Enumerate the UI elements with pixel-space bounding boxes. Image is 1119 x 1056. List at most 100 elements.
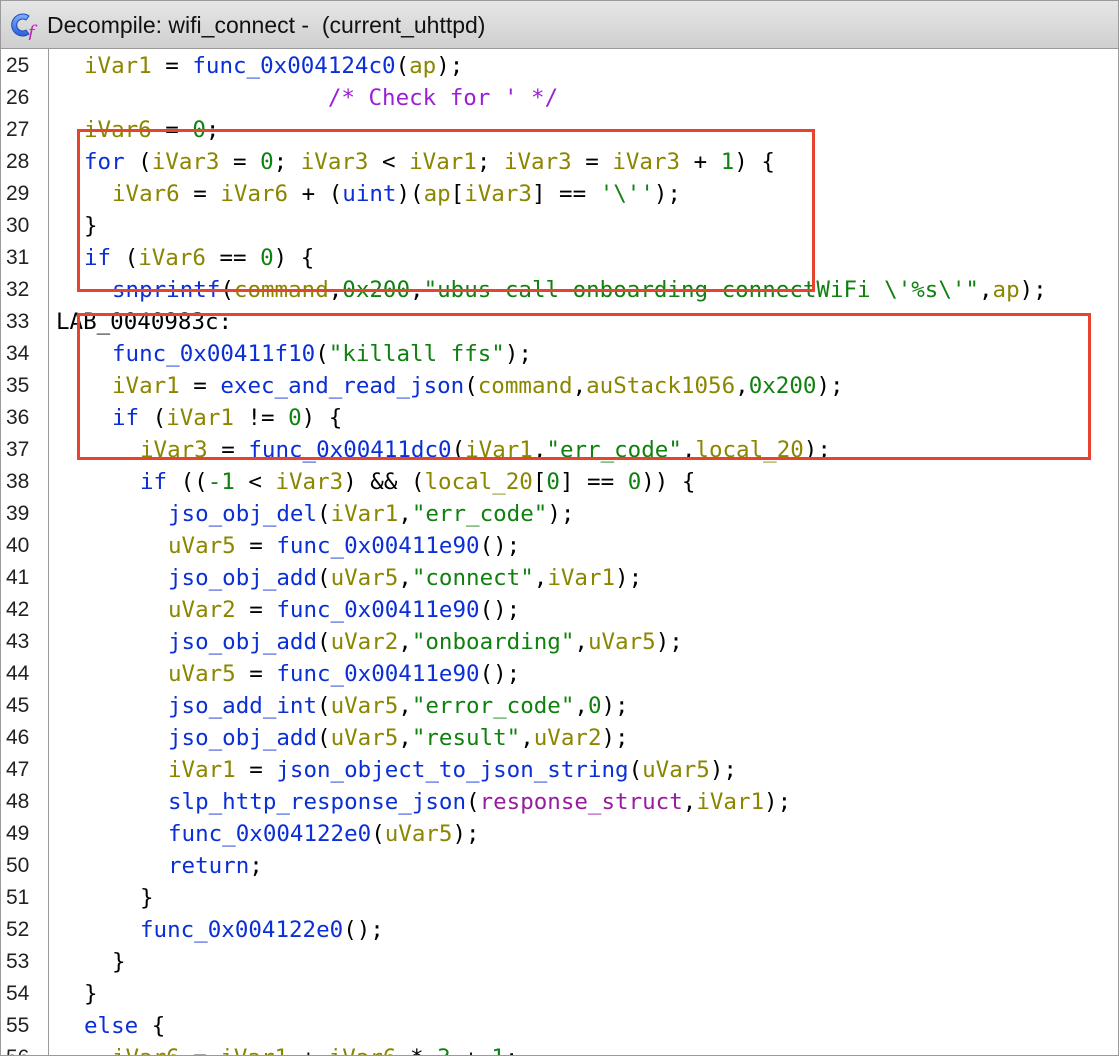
code-token[interactable]: uVar2 bbox=[534, 725, 602, 751]
code-line[interactable]: uVar5 = func_0x00411e90(); bbox=[168, 530, 520, 562]
code-token[interactable]: iVar6 bbox=[84, 117, 152, 143]
code-token[interactable]: func_0x00411e90 bbox=[276, 597, 479, 623]
code-line[interactable]: LAB_0040983c: bbox=[56, 306, 232, 338]
code-token[interactable]: uVar5 bbox=[588, 629, 656, 655]
code-token[interactable]: iVar3 bbox=[140, 437, 208, 463]
code-token[interactable]: local_20 bbox=[424, 469, 532, 495]
code-token[interactable]: func_0x004122e0 bbox=[140, 917, 343, 943]
code-line[interactable]: slp_http_response_json(response_struct,i… bbox=[168, 786, 791, 818]
code-token[interactable]: uVar2 bbox=[168, 597, 236, 623]
code-line[interactable]: } bbox=[112, 946, 126, 978]
code-token[interactable]: iVar3 bbox=[301, 149, 369, 175]
code-listing[interactable]: iVar1 = func_0x004124c0(ap); /* Check fo… bbox=[56, 49, 1116, 1055]
code-line[interactable]: uVar2 = func_0x00411e90(); bbox=[168, 594, 520, 626]
code-token[interactable]: iVar6 bbox=[138, 245, 206, 271]
code-line[interactable]: for (iVar3 = 0; iVar3 < iVar1; iVar3 = i… bbox=[84, 146, 775, 178]
code-line[interactable]: iVar1 = exec_and_read_json(command,auSta… bbox=[112, 370, 844, 402]
code-token[interactable]: iVar1 bbox=[168, 757, 236, 783]
code-token[interactable]: response_struct bbox=[480, 789, 683, 815]
code-token[interactable]: uVar5 bbox=[168, 661, 236, 687]
code-token[interactable]: local_20 bbox=[695, 437, 803, 463]
code-token[interactable]: uVar2 bbox=[331, 629, 399, 655]
code-token[interactable]: iVar6 bbox=[112, 181, 180, 207]
code-token[interactable]: iVar3 bbox=[275, 469, 343, 495]
code-line[interactable]: if ((-1 < iVar3) && (local_20[0] == 0)) … bbox=[140, 466, 695, 498]
code-token: , bbox=[398, 501, 412, 527]
code-token[interactable]: snprintf bbox=[112, 277, 220, 303]
code-token[interactable]: iVar1 bbox=[84, 53, 152, 79]
svg-text:f: f bbox=[26, 22, 38, 40]
code-token[interactable]: uVar5 bbox=[642, 757, 710, 783]
code-line[interactable]: /* Check for ' */ bbox=[84, 82, 558, 114]
code-token[interactable]: func_0x00411e90 bbox=[276, 533, 479, 559]
code-token: = bbox=[179, 373, 221, 399]
code-token[interactable]: iVar6 bbox=[329, 1045, 397, 1055]
code-token[interactable]: jso_obj_add bbox=[168, 629, 317, 655]
code-token[interactable]: uVar5 bbox=[331, 565, 399, 591]
code-line[interactable]: if (iVar1 != 0) { bbox=[112, 402, 342, 434]
code-line[interactable]: } bbox=[140, 882, 154, 914]
code-token[interactable]: func_0x004122e0 bbox=[168, 821, 371, 847]
code-line[interactable]: else { bbox=[84, 1010, 165, 1042]
code-token[interactable]: iVar1 bbox=[547, 565, 615, 591]
code-line[interactable]: uVar5 = func_0x00411e90(); bbox=[168, 658, 520, 690]
code-token[interactable]: ap bbox=[424, 181, 451, 207]
code-token[interactable]: command bbox=[234, 277, 329, 303]
code-line[interactable]: iVar6 = iVar6 + (uint)(ap[iVar3] == '\''… bbox=[112, 178, 681, 210]
code-line[interactable]: func_0x004122e0(); bbox=[140, 914, 384, 946]
code-token[interactable]: func_0x00411e90 bbox=[276, 661, 479, 687]
code-token[interactable]: iVar1 bbox=[220, 1045, 288, 1055]
code-line[interactable]: jso_obj_add(uVar5,"result",uVar2); bbox=[168, 722, 629, 754]
code-line[interactable]: func_0x00411f10("killall ffs"); bbox=[112, 338, 532, 370]
code-line[interactable]: snprintf(command,0x200,"ubus call onboar… bbox=[112, 274, 1047, 306]
code-token[interactable]: uVar5 bbox=[331, 693, 399, 719]
code-token[interactable]: iVar1 bbox=[112, 373, 180, 399]
code-line[interactable]: jso_obj_add(uVar5,"connect",iVar1); bbox=[168, 562, 642, 594]
code-token[interactable]: auStack1056 bbox=[586, 373, 735, 399]
code-token: , bbox=[398, 629, 412, 655]
code-line[interactable]: if (iVar6 == 0) { bbox=[84, 242, 314, 274]
code-token[interactable]: iVar3 bbox=[504, 149, 572, 175]
code-token[interactable]: jso_obj_add bbox=[168, 565, 317, 591]
code-line[interactable]: func_0x004122e0(uVar5); bbox=[168, 818, 480, 850]
code-token[interactable]: jso_obj_del bbox=[168, 501, 317, 527]
code-token[interactable]: iVar1 bbox=[696, 789, 764, 815]
code-token[interactable]: uVar5 bbox=[385, 821, 453, 847]
code-token[interactable]: func_0x004124c0 bbox=[192, 53, 395, 79]
decompiler-code-view[interactable]: 25 26 27 28 29 30 31 32 33 34 35 36 37 38 39 40 41 42 43 44… bbox=[1, 49, 1118, 1055]
code-token[interactable]: iVar3 bbox=[612, 149, 680, 175]
code-token[interactable]: exec_and_read_json bbox=[220, 373, 464, 399]
code-line[interactable]: iVar3 = func_0x00411dc0(iVar1,"err_code"… bbox=[140, 434, 831, 466]
code-line[interactable]: iVar1 = json_object_to_json_string(uVar5… bbox=[168, 754, 737, 786]
code-line[interactable]: jso_obj_add(uVar2,"onboarding",uVar5); bbox=[168, 626, 683, 658]
code-token[interactable]: func_0x00411dc0 bbox=[248, 437, 451, 463]
code-token[interactable]: iVar6 bbox=[220, 181, 288, 207]
code-token[interactable]: iVar1 bbox=[331, 501, 399, 527]
code-token[interactable]: ap bbox=[993, 277, 1020, 303]
code-token[interactable]: iVar1 bbox=[409, 149, 477, 175]
code-token[interactable]: iVar3 bbox=[464, 181, 532, 207]
window-titlebar[interactable]: f Decompile: wifi_connect - (current_uht… bbox=[1, 1, 1118, 49]
code-line[interactable]: iVar1 = func_0x004124c0(ap); bbox=[84, 50, 463, 82]
code-token[interactable]: iVar1 bbox=[166, 405, 234, 431]
code-token[interactable]: command bbox=[478, 373, 573, 399]
code-line[interactable]: iVar6 = iVar1 + iVar6 * 3 + 1; bbox=[112, 1042, 518, 1055]
code-token[interactable]: json_object_to_json_string bbox=[276, 757, 628, 783]
code-token[interactable]: iVar3 bbox=[152, 149, 220, 175]
code-line[interactable]: iVar6 = 0; bbox=[84, 114, 219, 146]
code-line[interactable]: jso_obj_del(iVar1,"err_code"); bbox=[168, 498, 574, 530]
code-token[interactable]: iVar1 bbox=[465, 437, 533, 463]
code-line[interactable]: } bbox=[84, 210, 98, 242]
code-token[interactable]: uVar5 bbox=[331, 725, 399, 751]
code-line[interactable]: } bbox=[84, 978, 98, 1010]
code-line[interactable]: return; bbox=[168, 850, 263, 882]
code-token[interactable]: slp_http_response_json bbox=[168, 789, 466, 815]
code-token[interactable]: iVar6 bbox=[112, 1045, 180, 1055]
code-token[interactable]: func_0x00411f10 bbox=[112, 341, 315, 367]
code-token[interactable]: jso_obj_add bbox=[168, 725, 317, 751]
code-token[interactable]: jso_add_int bbox=[168, 693, 317, 719]
code-token[interactable]: ap bbox=[409, 53, 436, 79]
code-line[interactable]: jso_add_int(uVar5,"error_code",0); bbox=[168, 690, 629, 722]
code-token[interactable]: uVar5 bbox=[168, 533, 236, 559]
code-token: [ bbox=[450, 181, 465, 207]
